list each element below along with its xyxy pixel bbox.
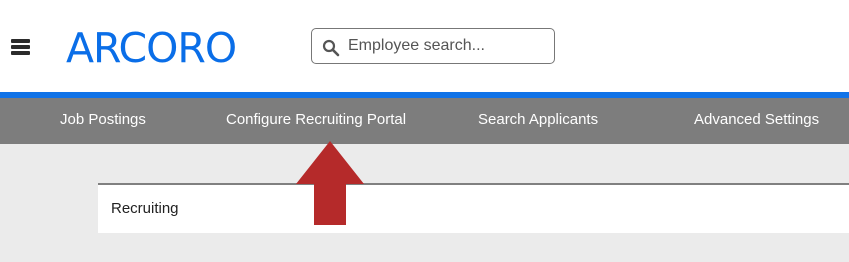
search-icon bbox=[322, 39, 340, 57]
nav-item-search-applicants[interactable]: Search Applicants bbox=[478, 111, 598, 129]
card-title: Recruiting bbox=[111, 200, 179, 217]
recruiting-nav-bar: Job Postings Configure Recruiting Portal… bbox=[0, 98, 849, 144]
nav-item-configure-recruiting-portal[interactable]: Configure Recruiting Portal bbox=[226, 111, 406, 129]
nav-item-job-postings[interactable]: Job Postings bbox=[60, 111, 146, 129]
app-header: ARCORO bbox=[0, 0, 849, 92]
recruiting-card: Recruiting bbox=[98, 183, 849, 233]
hamburger-menu-icon[interactable] bbox=[11, 39, 30, 55]
up-arrow-icon bbox=[296, 141, 364, 225]
employee-search-input[interactable] bbox=[348, 33, 548, 59]
nav-item-advanced-settings[interactable]: Advanced Settings bbox=[694, 111, 819, 129]
arcoro-logo[interactable]: ARCORO bbox=[66, 27, 237, 69]
employee-search-box[interactable] bbox=[311, 28, 555, 64]
